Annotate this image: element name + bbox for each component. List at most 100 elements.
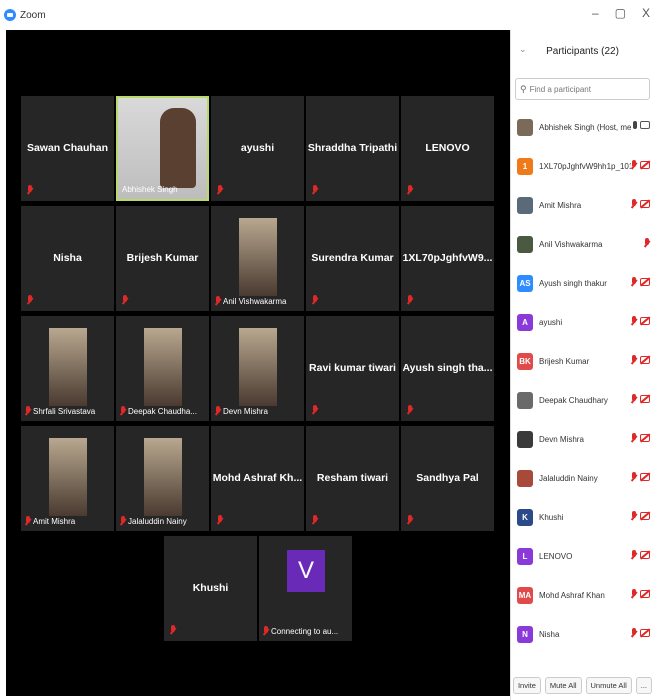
muted-mic-icon[interactable] [631,472,637,482]
participant-row[interactable]: L LENOVO [511,537,654,576]
muted-mic-icon[interactable] [631,511,637,521]
camera-off-icon[interactable] [640,512,650,520]
video-tile[interactable]: Ravi kumar tiwari [306,316,399,421]
participant-row[interactable]: N Nisha [511,615,654,654]
muted-mic-icon[interactable] [631,355,637,365]
collapse-chevron-icon[interactable]: ⌄ [519,44,527,55]
participant-row[interactable]: Deepak Chaudhary [511,381,654,420]
participant-controls [631,355,650,365]
camera-off-icon[interactable] [640,551,650,559]
video-tile[interactable]: Anil Vishwakarma [211,206,304,311]
video-tile[interactable]: Abhishek Singh [116,96,209,201]
participant-row[interactable]: BK Brijesh Kumar [511,342,654,381]
video-tile[interactable]: Devn Mishra [211,316,304,421]
avatar [517,392,533,409]
minimize-button[interactable]: – [592,6,599,20]
participant-row[interactable]: Abhishek Singh (Host, me) [511,108,654,147]
muted-mic-icon [312,515,318,525]
muted-mic-icon [27,295,33,305]
video-tile[interactable]: Amit Mishra [21,426,114,531]
muted-mic-icon[interactable] [631,550,637,560]
muted-mic-icon[interactable] [631,160,637,170]
tile-name-label: Anil Vishwakarma [215,296,286,306]
muted-mic-icon[interactable] [631,394,637,404]
video-tile[interactable]: Jalaluddin Nainy [116,426,209,531]
video-tile[interactable]: Mohd Ashraf Kh... [211,426,304,531]
window-title: Zoom [20,9,46,21]
mic-icon[interactable] [633,121,637,129]
video-tile[interactable]: ayushi [211,96,304,201]
camera-icon[interactable] [640,121,650,129]
tile-name-label: Shrfali Srivastava [25,406,95,416]
video-tile[interactable]: Deepak Chaudha... [116,316,209,421]
camera-off-icon[interactable] [640,395,650,403]
participant-row[interactable]: K Khushi [511,498,654,537]
participant-row[interactable]: Jalaluddin Nainy [511,459,654,498]
camera-off-icon[interactable] [640,278,650,286]
invite-button[interactable]: Invite [512,676,541,694]
video-tile[interactable]: V Connecting to au... [259,536,352,641]
tile-participant-name: Surendra Kumar [311,252,394,264]
muted-mic-icon [263,626,269,636]
video-tile[interactable]: Resham tiwari [306,426,399,531]
camera-off-icon[interactable] [640,356,650,364]
muted-mic-icon[interactable] [631,433,637,443]
camera-off-icon[interactable] [640,590,650,598]
video-tile[interactable]: Nisha [21,206,114,311]
muted-mic-icon[interactable] [631,199,637,209]
camera-off-icon[interactable] [640,200,650,208]
video-tile[interactable]: Khushi [164,536,257,641]
tile-participant-name: Sawan Chauhan [26,142,109,154]
muted-mic-icon[interactable] [631,628,637,638]
muted-mic-icon[interactable] [631,277,637,287]
avatar: MA [517,587,533,604]
muted-mic-icon [217,185,223,195]
muted-mic-icon [122,295,128,305]
tile-name-label: Jalaluddin Nainy [120,516,187,526]
participant-name: Brijesh Kumar [539,357,590,366]
muted-mic-icon[interactable] [631,316,637,326]
participant-controls [631,277,650,287]
camera-off-icon[interactable] [640,629,650,637]
camera-off-icon[interactable] [640,317,650,325]
camera-off-icon[interactable] [640,434,650,442]
participant-row[interactable]: Amit Mishra [511,186,654,225]
avatar [517,470,533,487]
video-tile[interactable]: 1XL70pJghfvW9... [401,206,494,311]
muted-mic-icon[interactable] [644,238,650,248]
more-options-button[interactable]: ... [635,676,652,694]
video-tile[interactable]: Sawan Chauhan [21,96,114,201]
participant-controls [631,472,650,482]
tile-name-label: Connecting to au... [263,626,338,636]
camera-off-icon[interactable] [640,161,650,169]
participant-list: Abhishek Singh (Host, me) 1 1XL70pJghfvW9h… [511,108,654,654]
video-tile[interactable]: Brijesh Kumar [116,206,209,311]
video-tile[interactable]: Sandhya Pal [401,426,494,531]
avatar: L [517,548,533,565]
muted-mic-icon[interactable] [631,589,637,599]
maximize-button[interactable]: ▢ [615,6,626,20]
close-button[interactable]: X [642,6,650,20]
participant-row[interactable]: 1 1XL70pJghfvW9hh1p_1015AAA... [511,147,654,186]
participant-row[interactable]: Devn Mishra [511,420,654,459]
mute-all-button[interactable]: Mute All [544,676,582,694]
tile-participant-name: Shraddha Tripathi [307,142,398,154]
participant-search-input[interactable]: ⚲ Find a participant [515,78,650,100]
avatar [517,197,533,214]
participant-row[interactable]: Anil Vishwakarma [511,225,654,264]
participant-name: Deepak Chaudhary [539,396,608,405]
video-tile[interactable]: Shraddha Tripathi [306,96,399,201]
video-tile[interactable]: Ayush singh tha... [401,316,494,421]
unmute-all-button[interactable]: Unmute All [585,676,632,694]
participant-row[interactable]: Aayushi [511,303,654,342]
participant-name: Khushi [539,513,564,522]
camera-off-icon[interactable] [640,473,650,481]
tile-name-label: Deepak Chaudha... [120,406,197,416]
video-gallery: Sawan Chauhan Abhishek Singh ayushi Shraddh… [6,30,510,696]
video-tile[interactable]: Surendra Kumar [306,206,399,311]
participant-row[interactable]: MA Mohd Ashraf Khan [511,576,654,615]
video-tile[interactable]: Shrfali Srivastava [21,316,114,421]
participant-row[interactable]: AS Ayush singh thakur [511,264,654,303]
participants-panel: ⌄ Participants (22) ⚲ Find a participant… [510,30,654,700]
video-tile[interactable]: LENOVO [401,96,494,201]
